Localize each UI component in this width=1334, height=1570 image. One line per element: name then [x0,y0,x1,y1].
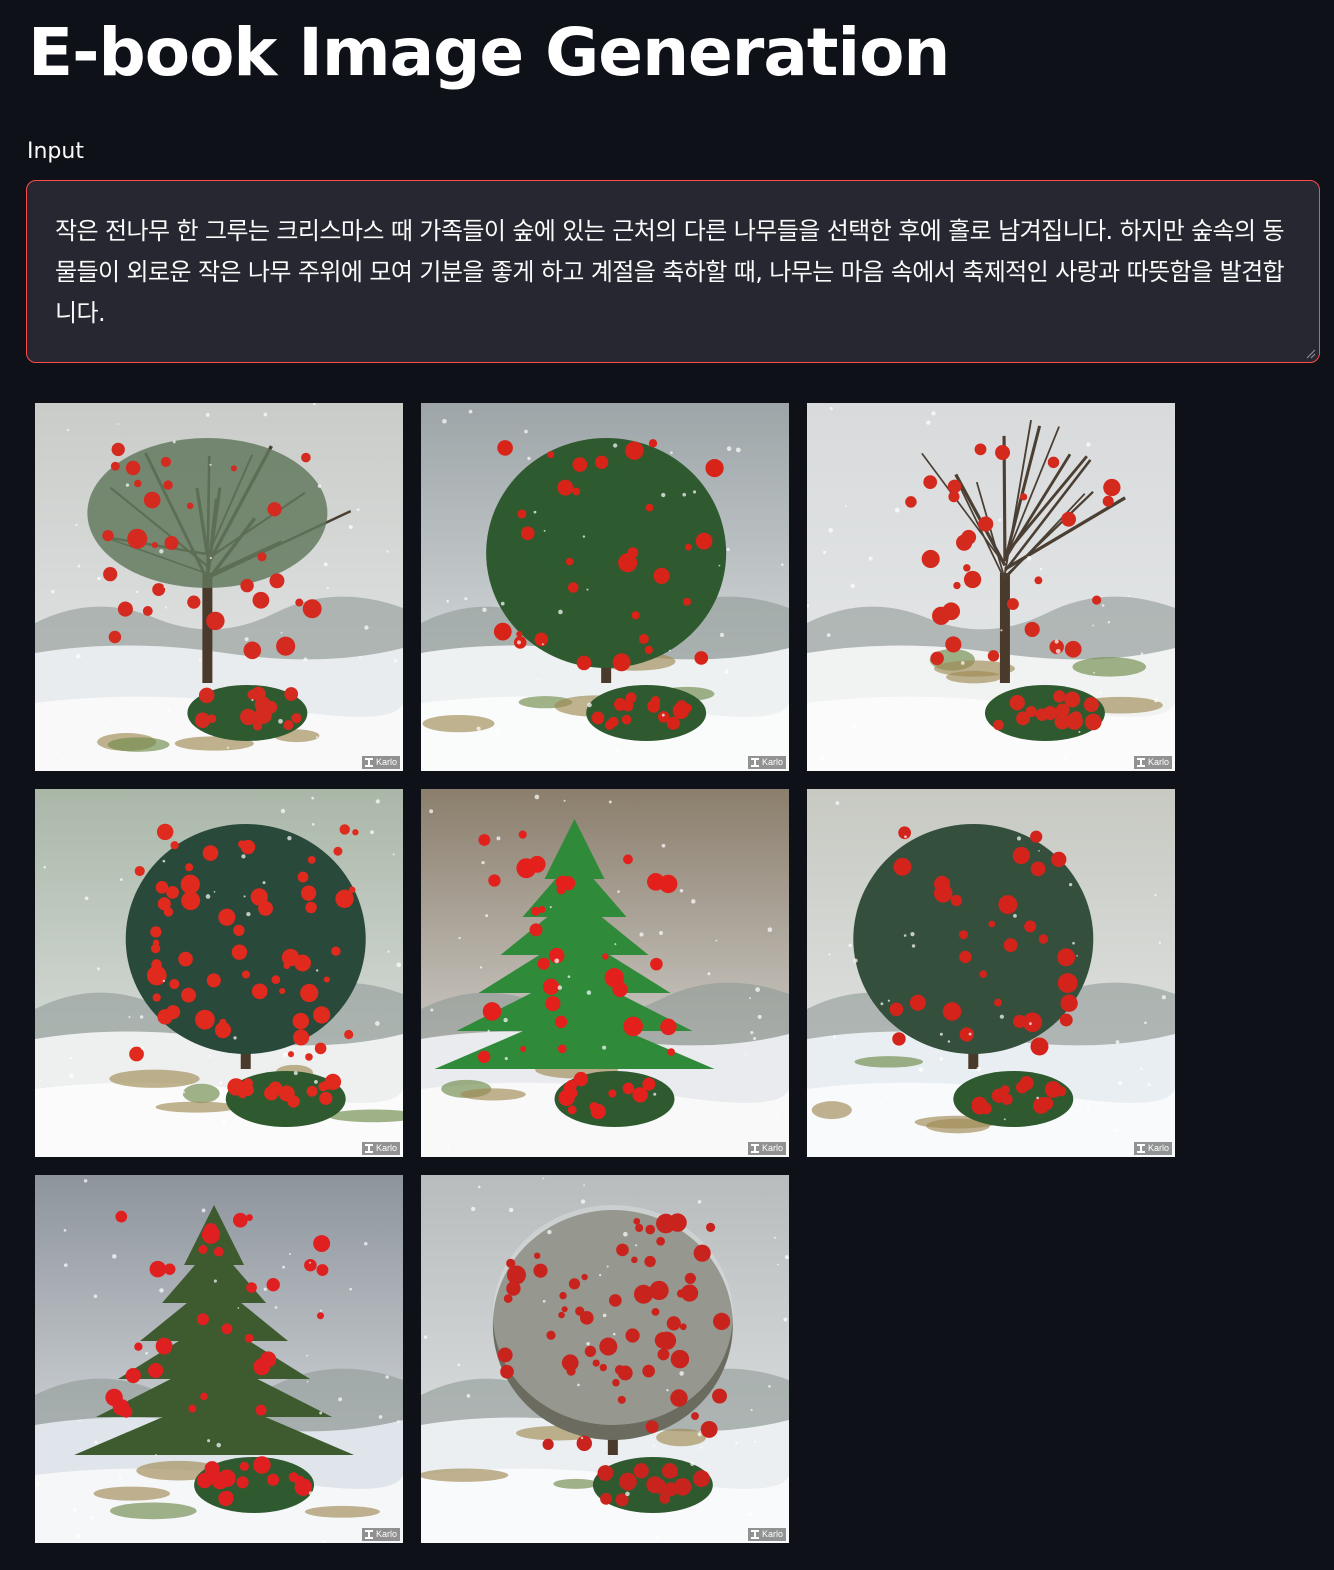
watermark-text: Karlo [1147,757,1169,767]
karlo-watermark: Karlo [747,756,786,769]
image-scene [421,403,789,771]
image-scene [35,403,403,771]
image-scene [421,1175,789,1543]
generated-image[interactable]: Karlo [807,403,1175,771]
karlo-logo-icon [364,758,373,767]
karlo-watermark: Karlo [361,1528,400,1541]
generated-image[interactable]: Karlo [807,789,1175,1157]
generated-image[interactable]: Karlo [35,789,403,1157]
karlo-watermark: Karlo [361,1142,400,1155]
resize-handle-icon[interactable] [1304,347,1316,359]
image-scene [421,789,789,1157]
input-textarea[interactable]: 작은 전나무 한 그루는 크리스마스 때 가족들이 숲에 있는 근처의 다른 나… [27,181,1319,362]
karlo-watermark: Karlo [1133,1142,1172,1155]
karlo-watermark: Karlo [1133,756,1172,769]
karlo-logo-icon [364,1144,373,1153]
image-scene [807,789,1175,1157]
karlo-logo-icon [1136,758,1145,767]
watermark-text: Karlo [375,1143,397,1153]
watermark-text: Karlo [761,1529,783,1539]
watermark-text: Karlo [375,1529,397,1539]
watermark-text: Karlo [375,757,397,767]
generated-image[interactable]: Karlo [35,403,403,771]
karlo-watermark: Karlo [361,756,400,769]
watermark-text: Karlo [1147,1143,1169,1153]
karlo-watermark: Karlo [747,1528,786,1541]
karlo-logo-icon [364,1530,373,1539]
generated-image[interactable]: Karlo [35,1175,403,1543]
karlo-watermark: Karlo [747,1142,786,1155]
input-textarea-container: 작은 전나무 한 그루는 크리스마스 때 가족들이 숲에 있는 근처의 다른 나… [26,180,1320,363]
karlo-logo-icon [750,1530,759,1539]
image-scene [35,1175,403,1543]
generated-image[interactable]: Karlo [421,1175,789,1543]
watermark-text: Karlo [761,1143,783,1153]
karlo-logo-icon [1136,1144,1145,1153]
generated-image[interactable]: Karlo [421,403,789,771]
image-scene [35,789,403,1157]
karlo-logo-icon [750,758,759,767]
karlo-logo-icon [750,1144,759,1153]
watermark-text: Karlo [761,757,783,767]
page-title: E-book Image Generation [28,14,950,91]
input-label: Input [27,139,84,164]
generated-image[interactable]: Karlo [421,789,789,1157]
image-scene [807,403,1175,771]
